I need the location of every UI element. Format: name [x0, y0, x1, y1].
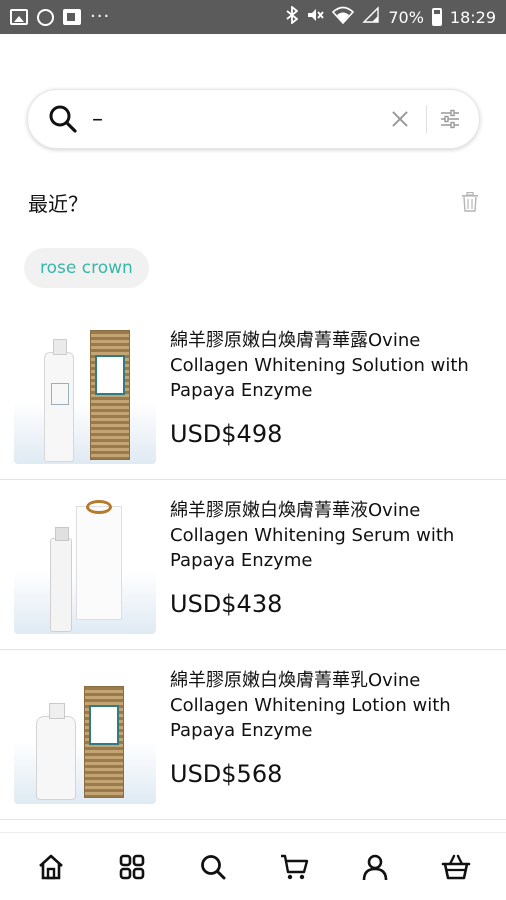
product-item[interactable]: 綿羊膠原嫩白煥膚菁華液Ovine Collagen Whitening Seru…	[0, 480, 506, 650]
product-name: 綿羊膠原嫩白煥膚菁華露Ovine Collagen Whitening Solu…	[170, 330, 469, 401]
product-item[interactable]: 綿羊膠原嫩白煥膚菁華乳Ovine Collagen Whitening Loti…	[0, 650, 506, 820]
product-name: 綿羊膠原嫩白煥膚菁華液Ovine Collagen Whitening Seru…	[170, 500, 455, 571]
whatsapp-icon	[37, 8, 54, 26]
status-left: ···	[10, 6, 111, 27]
product-box-label	[89, 705, 119, 745]
search-icon	[48, 104, 78, 134]
battery-level: 70%	[388, 7, 424, 27]
status-bar: ··· 70% 18:29	[0, 0, 506, 34]
product-box-label	[95, 355, 125, 395]
product-name: 綿羊膠原嫩白煥膚菁華乳Ovine Collagen Whitening Loti…	[170, 670, 451, 741]
image-icon	[10, 9, 28, 25]
mute-icon	[306, 6, 325, 28]
search-input[interactable]	[92, 106, 388, 132]
product-image	[14, 324, 156, 464]
product-image	[14, 664, 156, 804]
product-bottle	[44, 339, 74, 462]
product-price: USD$568	[170, 760, 283, 788]
cart-icon[interactable]	[274, 847, 314, 887]
filter-icon[interactable]	[439, 108, 461, 130]
search-icon[interactable]	[193, 847, 233, 887]
signal-icon	[362, 6, 380, 28]
product-box	[90, 330, 130, 460]
home-icon[interactable]	[31, 847, 71, 887]
product-image	[14, 494, 156, 634]
status-right: 70% 18:29	[286, 5, 496, 28]
flipboard-icon	[63, 9, 81, 25]
product-bottle	[50, 527, 72, 632]
product-price: USD$438	[170, 590, 283, 618]
trash-icon[interactable]	[461, 191, 479, 212]
clear-icon[interactable]	[388, 107, 412, 131]
product-box	[76, 506, 122, 620]
recent-search-chip[interactable]: rose crown	[24, 248, 149, 288]
bottom-nav	[0, 832, 506, 900]
user-icon[interactable]	[355, 847, 395, 887]
wifi-icon	[332, 6, 355, 28]
product-item[interactable]: 綿羊膠原嫩白煥膚菁華露Ovine Collagen Whitening Solu…	[0, 310, 506, 480]
search-divider	[426, 105, 427, 133]
basket-icon[interactable]	[436, 847, 476, 887]
grid-icon[interactable]	[112, 847, 152, 887]
battery-icon	[431, 8, 442, 26]
search-bar[interactable]	[27, 89, 480, 149]
more-icon: ···	[90, 6, 111, 27]
product-box	[84, 686, 124, 798]
bluetooth-icon	[286, 5, 299, 28]
ribbon-decoration	[86, 500, 112, 514]
product-price: USD$498	[170, 420, 283, 448]
recent-title: 最近？	[28, 192, 88, 216]
product-bottle	[36, 703, 76, 800]
clock: 18:29	[449, 7, 496, 27]
